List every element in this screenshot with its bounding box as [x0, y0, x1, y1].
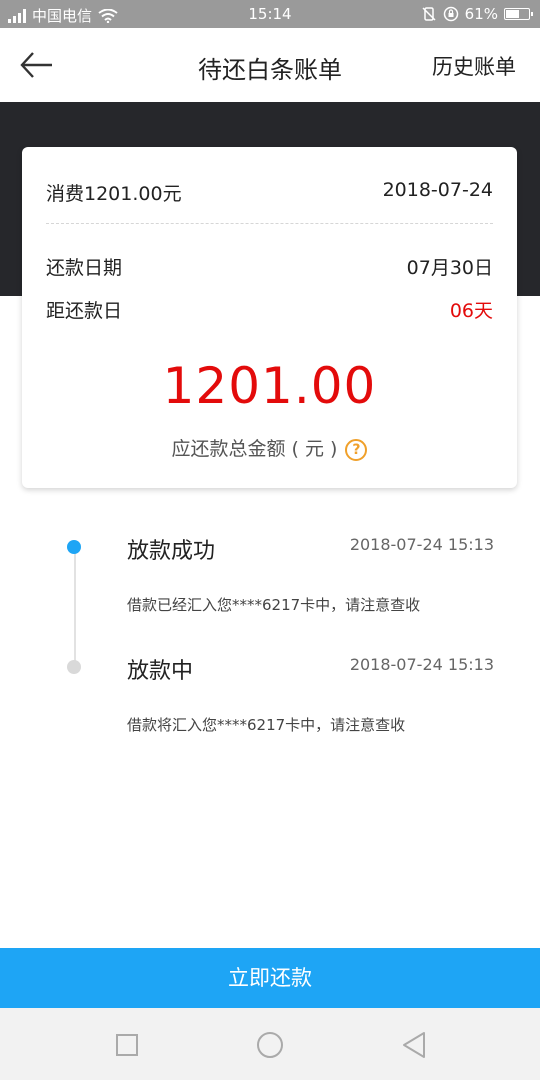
timeline-desc: 借款已经汇入您****6217卡中，请注意查收	[127, 596, 421, 614]
days-left-value: 06天	[449, 300, 493, 322]
nav-bar	[0, 1008, 540, 1080]
triangle-back-icon[interactable]	[398, 1028, 432, 1062]
total-amount: 1201.00	[162, 357, 377, 415]
consume-label: 消费1201.00元	[46, 183, 182, 205]
repay-date-row: 还款日期 07月30日	[46, 253, 493, 280]
timeline-time: 2018-07-24 15:13	[349, 655, 494, 674]
timeline-title: 放款成功	[127, 539, 216, 564]
vibrate-icon	[422, 7, 436, 21]
rotation-lock-icon	[443, 6, 458, 22]
bill-card: 消费1201.00元 2018-07-24 还款日期 07月30日 距还款日 0…	[22, 147, 517, 488]
total-amount-caption: 应还款总金额 ( 元 )?	[22, 434, 517, 461]
repay-now-button[interactable]: 立即还款	[0, 948, 540, 1008]
dashed-divider	[46, 223, 493, 224]
consume-row: 消费1201.00元 2018-07-24	[46, 179, 493, 206]
timeline-line	[74, 548, 76, 668]
square-icon[interactable]	[110, 1028, 144, 1062]
timeline-title: 放款中	[127, 659, 194, 684]
total-label: 应还款总金额 ( 元 )	[171, 438, 338, 460]
header: 待还白条账单 历史账单	[0, 28, 540, 102]
days-left-row: 距还款日 06天	[46, 296, 493, 323]
status-bar: 中国电信 15:14 61%	[0, 0, 540, 28]
status-right: 61%	[421, 5, 533, 23]
days-left-label: 距还款日	[46, 300, 123, 322]
timeline-dot-active	[67, 540, 81, 554]
question-circle-icon[interactable]: ?	[345, 438, 368, 461]
battery-icon	[504, 8, 533, 20]
consume-date: 2018-07-24	[382, 179, 493, 201]
history-bill-link[interactable]: 历史账单	[432, 51, 516, 81]
timeline-desc: 借款将汇入您****6217卡中，请注意查收	[127, 716, 406, 734]
timeline-time: 2018-07-24 15:13	[349, 535, 494, 554]
repay-date-value: 07月30日	[406, 257, 493, 279]
timeline-dot-inactive	[67, 660, 81, 674]
repay-date-label: 还款日期	[46, 257, 123, 279]
battery-percent: 61%	[464, 5, 498, 23]
circle-icon[interactable]	[253, 1028, 287, 1062]
